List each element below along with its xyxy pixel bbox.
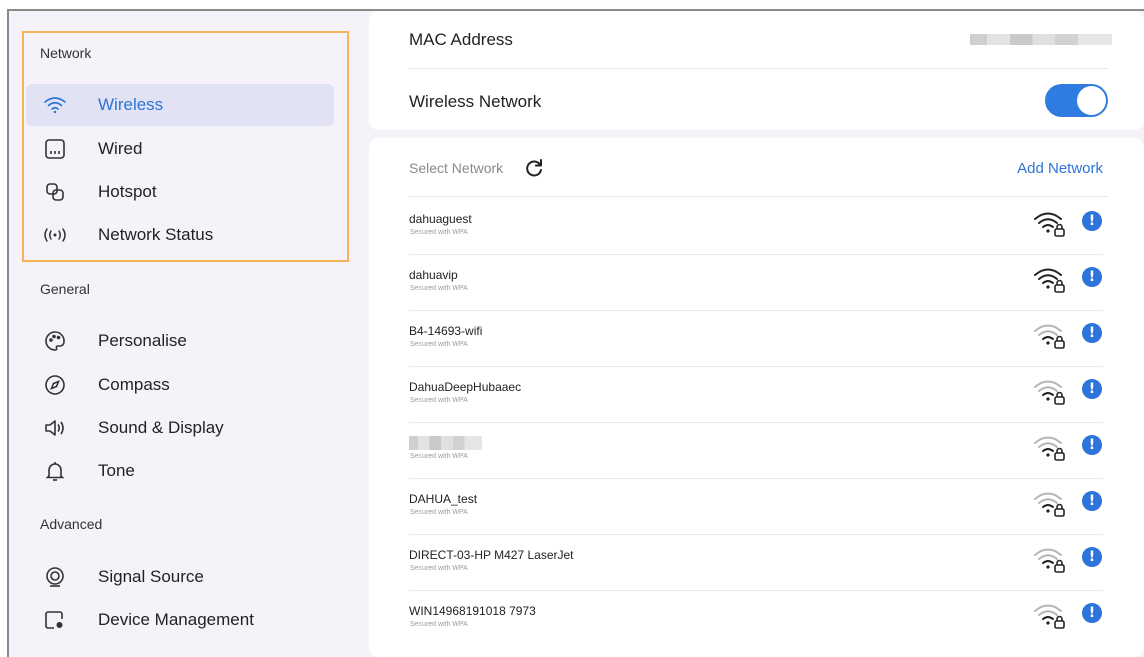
refresh-icon[interactable]	[523, 157, 545, 179]
sidebar-item-label: Compass	[98, 375, 170, 394]
add-network-button[interactable]: Add Network	[1017, 160, 1103, 177]
network-info-icon[interactable]: !	[1082, 491, 1102, 511]
network-info-icon[interactable]: !	[1082, 211, 1102, 231]
network-security: Secured with WPA	[410, 285, 468, 292]
network-name: dahuavip	[409, 268, 458, 282]
network-name: B4-14693-wifi	[409, 324, 483, 338]
sidebar-item-signal-source[interactable]: Signal Source	[26, 556, 334, 598]
speaker-icon	[43, 416, 67, 440]
network-row[interactable]: DIRECT-03-HP M427 LaserJet Secured with W…	[369, 547, 1144, 604]
mac-address-label: MAC Address	[409, 30, 513, 49]
network-security: Secured with WPA	[410, 621, 468, 628]
network-security: Secured with WPA	[410, 229, 468, 236]
wifi-lock-icon	[1034, 436, 1065, 461]
wifi-lock-icon	[1034, 380, 1065, 405]
divider	[409, 590, 1103, 591]
wifi-lock-icon	[1034, 548, 1065, 573]
sidebar-item-compass[interactable]: Compass	[26, 364, 334, 406]
wifi-lock-icon	[1034, 324, 1065, 349]
network-name: DahuaDeepHubaaec	[409, 380, 522, 394]
divider	[409, 422, 1103, 423]
sidebar-item-tone[interactable]: Tone	[26, 450, 334, 492]
network-row[interactable]: dahuaguest Secured with WPA!	[369, 211, 1144, 268]
sidebar-item-personalise[interactable]: Personalise	[26, 320, 334, 362]
sidebar-item-sound-display[interactable]: Sound & Display	[26, 407, 334, 449]
network-security: Secured with WPA	[410, 341, 468, 348]
network-name: dahuaguest	[409, 212, 472, 226]
section-title-general: General	[40, 281, 90, 297]
divider	[409, 534, 1103, 535]
network-row[interactable]: dahuavip Secured with WPA!	[369, 267, 1144, 324]
sidebar-item-label: Sound & Display	[98, 418, 224, 437]
network-info-icon[interactable]: !	[1082, 603, 1102, 623]
network-info-icon[interactable]: !	[1082, 267, 1102, 287]
network-info-icon[interactable]: !	[1082, 379, 1102, 399]
network-row[interactable]: DahuaDeepHubaaec Secured with WPA!	[369, 379, 1144, 436]
network-name-redacted	[409, 436, 482, 450]
network-info-icon[interactable]: !	[1082, 435, 1102, 455]
divider	[409, 366, 1103, 367]
network-section-highlight	[22, 31, 349, 262]
network-security: Secured with WPA	[410, 397, 468, 404]
network-info-icon[interactable]: !	[1082, 323, 1102, 343]
network-name: WIN14968191018 7973	[409, 604, 536, 618]
toggle-knob	[1077, 86, 1106, 115]
divider	[409, 196, 1108, 197]
compass-icon	[43, 373, 67, 397]
wireless-network-label: Wireless Network	[409, 92, 542, 111]
sidebar-item-label: Device Management	[98, 610, 254, 629]
network-name: DIRECT-03-HP M427 LaserJet	[409, 548, 574, 562]
divider	[409, 478, 1103, 479]
network-name: DAHUA_test	[409, 492, 478, 506]
wifi-lock-icon	[1034, 268, 1065, 293]
wireless-network-toggle[interactable]	[1045, 84, 1108, 117]
mac-address-value-redacted	[970, 34, 1112, 45]
network-security: Secured with WPA	[410, 453, 468, 460]
sidebar-item-device-management[interactable]: Device Management	[26, 599, 334, 641]
network-security: Secured with WPA	[410, 565, 468, 572]
wifi-lock-icon	[1034, 212, 1065, 237]
network-row[interactable]: Secured with WPA!	[369, 435, 1144, 492]
sidebar-item-label: Personalise	[98, 331, 187, 350]
device-settings-icon	[43, 608, 67, 632]
bell-icon	[43, 459, 67, 483]
divider	[409, 254, 1103, 255]
wifi-lock-icon	[1034, 604, 1065, 629]
network-info-icon[interactable]: !	[1082, 547, 1102, 567]
divider	[409, 68, 1108, 69]
wireless-settings-card	[369, 11, 1144, 130]
network-row[interactable]: B4-14693-wifi Secured with WPA!	[369, 323, 1144, 380]
select-network-label: Select Network	[409, 160, 504, 176]
sidebar-item-label: Tone	[98, 461, 135, 480]
wifi-lock-icon	[1034, 492, 1065, 517]
sidebar-item-label: Signal Source	[98, 567, 204, 586]
signal-source-icon	[43, 565, 67, 589]
network-row[interactable]: WIN14968191018 7973 Secured with WPA!	[369, 603, 1144, 657]
section-title-advanced: Advanced	[40, 516, 103, 532]
network-security: Secured with WPA	[410, 509, 468, 516]
divider	[409, 310, 1103, 311]
palette-icon	[43, 329, 67, 353]
network-row[interactable]: DAHUA_test Secured with WPA!	[369, 491, 1144, 548]
